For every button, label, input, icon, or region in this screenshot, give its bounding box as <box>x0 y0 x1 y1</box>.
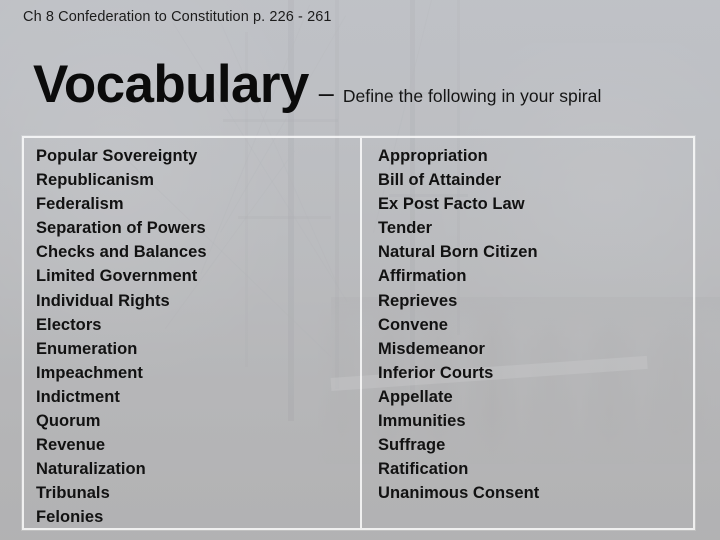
vocabulary-term: Electors <box>36 315 102 334</box>
vocabulary-term: Affirmation <box>378 267 467 286</box>
vocabulary-term: Republicanism <box>36 171 155 190</box>
vocabulary-term: Tender <box>378 219 433 238</box>
vocabulary-term: Unanimous Consent <box>378 484 540 503</box>
vocabulary-term: Individual Rights <box>36 291 170 310</box>
vocabulary-term: Checks and Balances <box>36 243 207 262</box>
vocabulary-term: Natural Born Citizen <box>378 243 538 262</box>
vocabulary-term: Felonies <box>36 508 104 527</box>
vocabulary-list-left: Popular Sovereignty Republicanism Federali… <box>22 136 360 530</box>
vocabulary-term: Revenue <box>36 436 106 455</box>
vocabulary-term: Immunities <box>378 412 466 431</box>
slide-subtitle: Define the following in your spiral <box>342 86 602 106</box>
vocabulary-term: Enumeration <box>36 339 138 358</box>
vocabulary-term: Ratification <box>378 460 469 479</box>
vocabulary-term: Suffrage <box>378 436 446 455</box>
vocabulary-term: Appropriation <box>378 147 488 165</box>
vocabulary-term: Bill of Attainder <box>378 171 502 190</box>
slide-title-row: Vocabulary – Define the following in you… <box>33 58 601 111</box>
vocabulary-term: Inferior Courts <box>378 363 494 382</box>
title-dash: – <box>318 78 334 108</box>
vocabulary-term: Limited Government <box>36 267 198 286</box>
presentation-slide: Ch 8 Confederation to Constitution p. 22… <box>0 0 720 540</box>
vocabulary-columns: Popular Sovereignty Republicanism Federali… <box>22 136 695 530</box>
vocabulary-term: Convene <box>378 315 449 334</box>
vocabulary-term: Ex Post Facto Law <box>378 195 525 214</box>
page-title: Vocabulary <box>33 55 309 114</box>
vocabulary-term: Indictment <box>36 387 120 406</box>
vocabulary-term: Misdemeanor <box>378 339 485 358</box>
vocabulary-term: Impeachment <box>36 363 143 382</box>
vocabulary-term: Separation of Powers <box>36 219 206 238</box>
slide-kicker: Ch 8 Confederation to Constitution p. 22… <box>23 9 332 25</box>
vocabulary-term: Quorum <box>36 412 101 431</box>
vocabulary-term: Reprieves <box>378 291 458 310</box>
vocabulary-term: Naturalization <box>36 460 146 479</box>
vocabulary-list-right: Appropriation Bill of Attainder Ex Post Fa… <box>360 136 695 530</box>
vocabulary-term: Tribunals <box>36 484 110 503</box>
vocabulary-term: Popular Sovereignty <box>36 147 198 165</box>
vocabulary-term: Appellate <box>378 387 453 406</box>
vocabulary-term: Federalism <box>36 195 124 214</box>
